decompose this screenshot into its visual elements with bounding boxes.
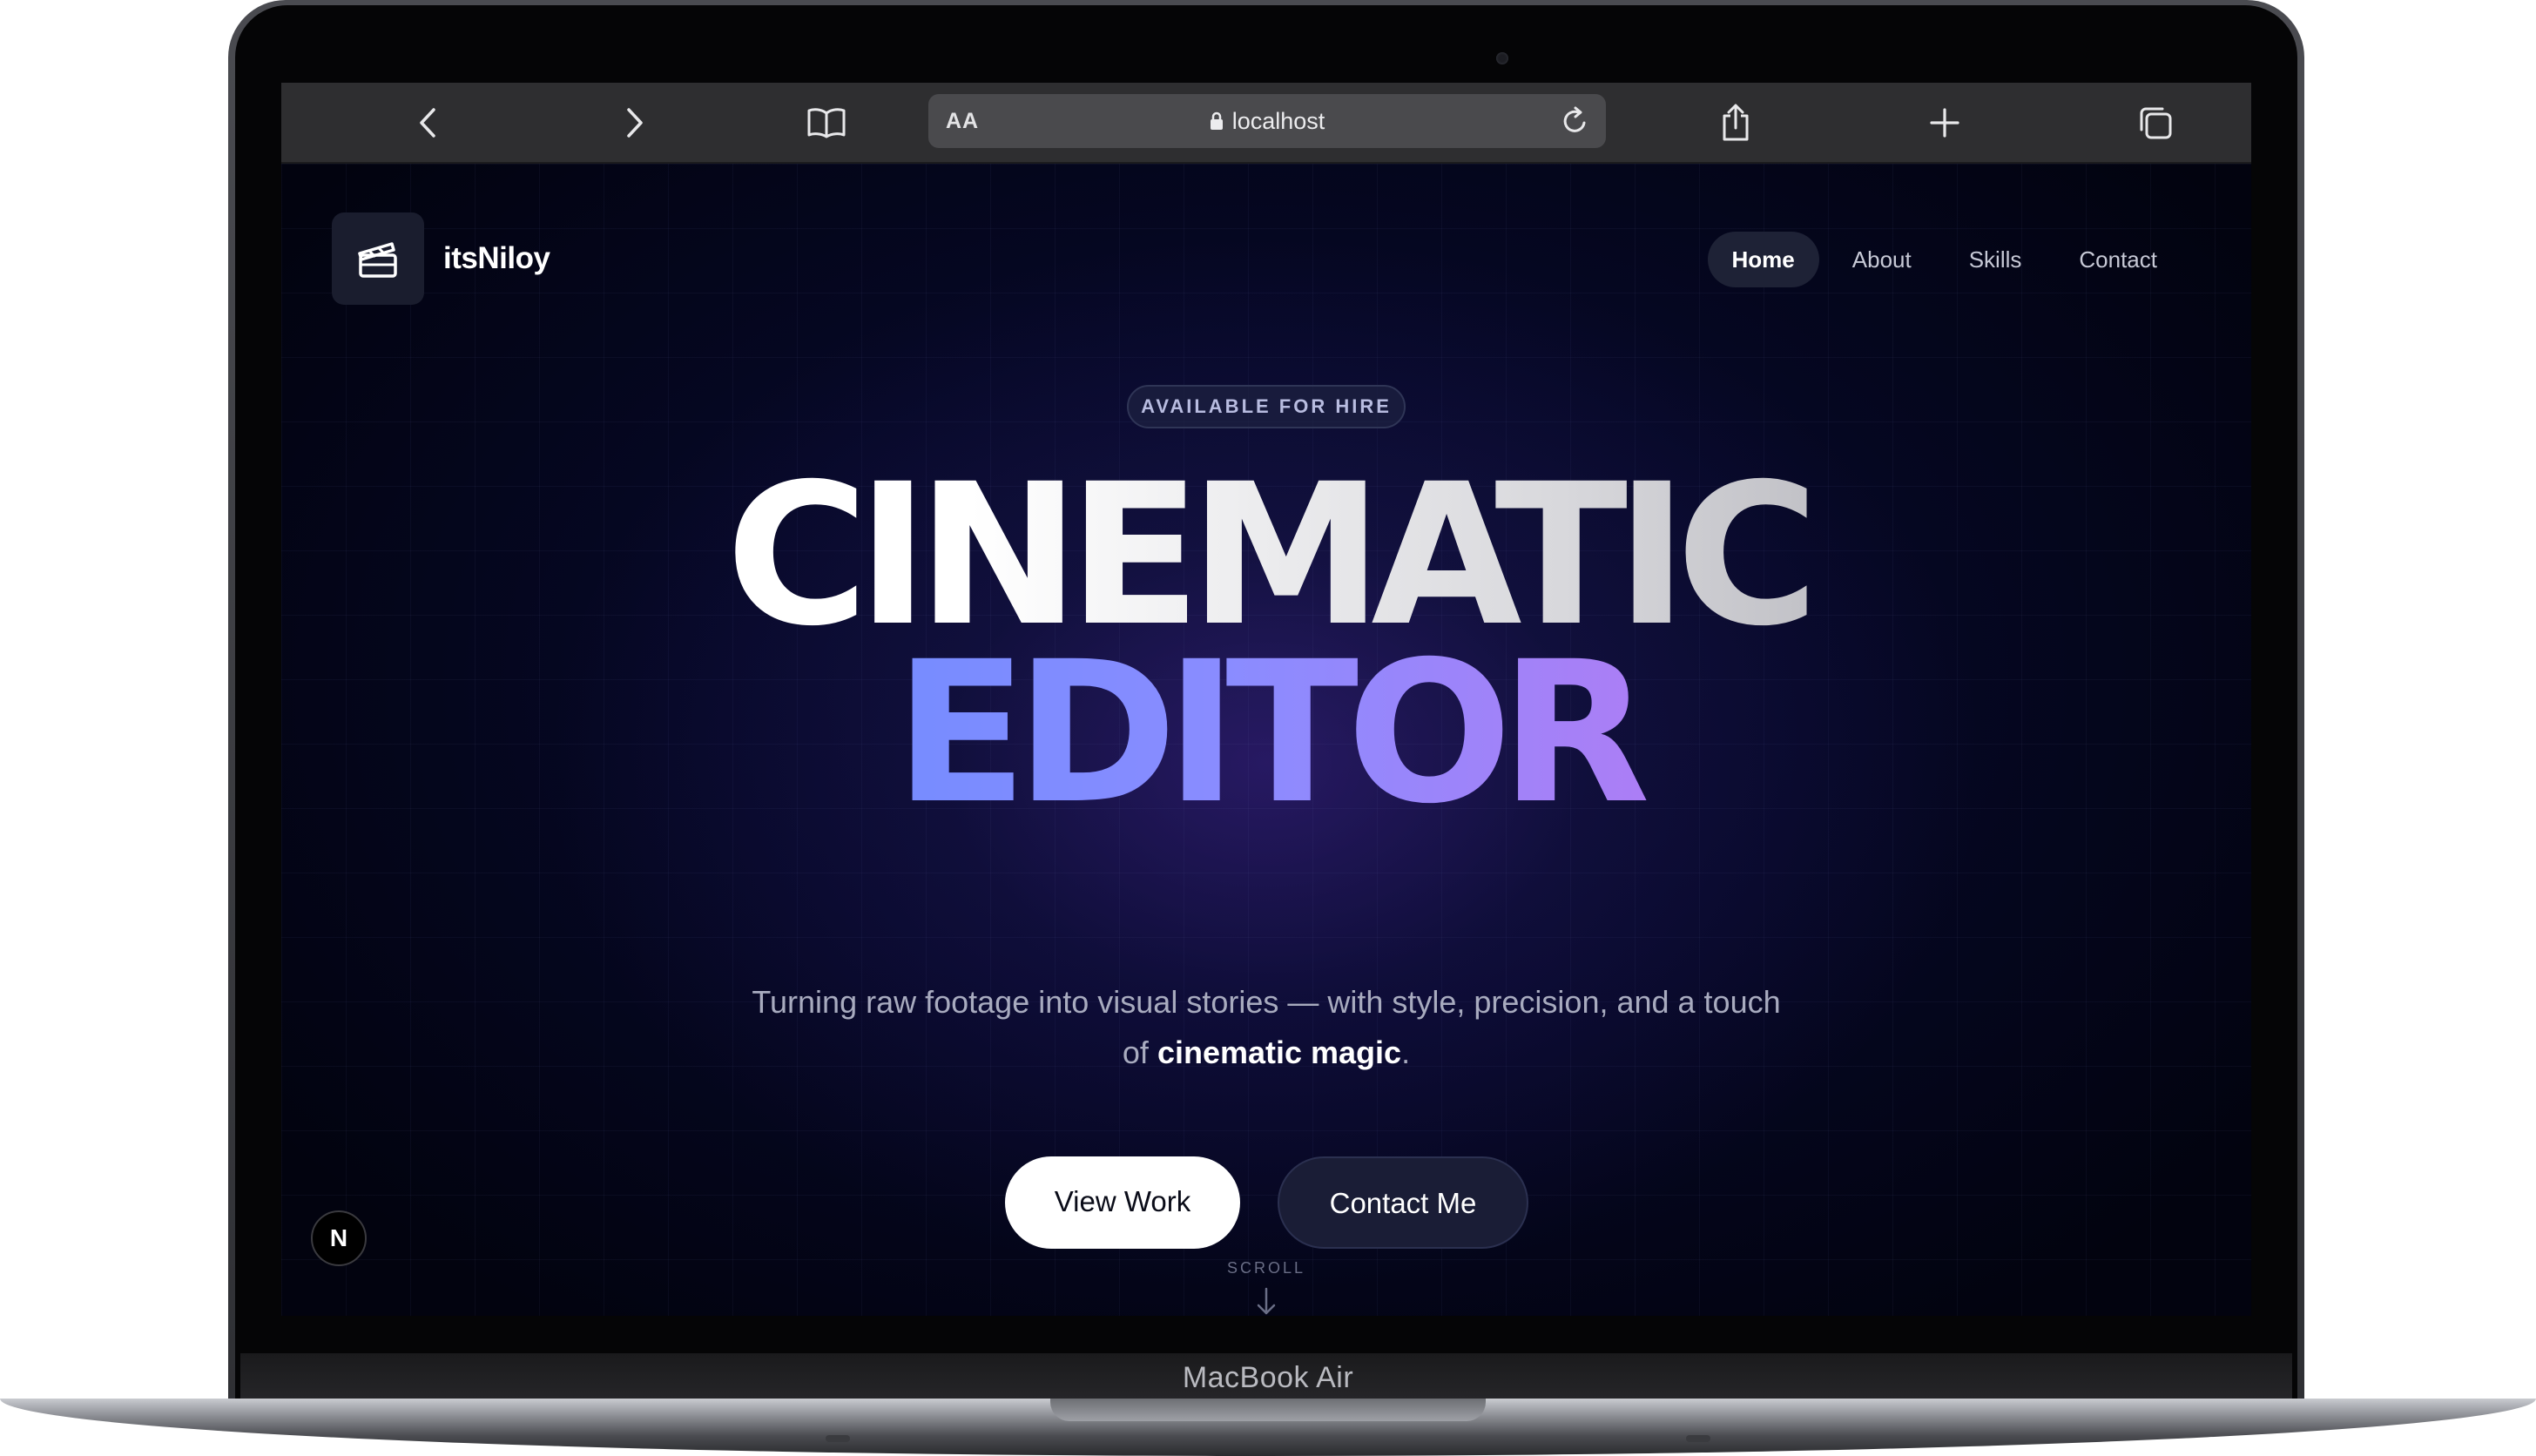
laptop-hinge-notch bbox=[1050, 1399, 1486, 1421]
clapperboard-icon bbox=[332, 212, 424, 305]
contact-me-button[interactable]: Contact Me bbox=[1278, 1156, 1528, 1249]
nav-about[interactable]: About bbox=[1828, 232, 1936, 287]
nav-home[interactable]: Home bbox=[1707, 232, 1819, 287]
share-icon[interactable] bbox=[1711, 98, 1760, 147]
view-work-button[interactable]: View Work bbox=[1005, 1156, 1240, 1249]
url-text: localhost bbox=[1231, 108, 1325, 134]
address-bar[interactable]: AA localhost bbox=[928, 94, 1606, 148]
headline-line-2: EDITOR bbox=[281, 636, 2251, 831]
nextjs-dev-button[interactable]: N bbox=[311, 1210, 367, 1266]
laptop-foot-left bbox=[826, 1435, 850, 1442]
lock-icon bbox=[1210, 96, 1224, 150]
nav-skills[interactable]: Skills bbox=[1945, 232, 2047, 287]
tabs-icon[interactable] bbox=[2131, 98, 2180, 147]
bookmarks-icon[interactable] bbox=[802, 98, 851, 147]
brand[interactable]: itsNiloy bbox=[332, 212, 550, 305]
screen: AA localhost itsNiloy Home About Skills … bbox=[281, 83, 2251, 1316]
arrow-down-icon bbox=[1255, 1287, 1278, 1316]
brand-name: itsNiloy bbox=[443, 241, 550, 275]
availability-badge: AVAILABLE FOR HIRE bbox=[1127, 385, 1406, 428]
tagline-emphasis: cinematic magic bbox=[1157, 1035, 1402, 1070]
tagline: Turning raw footage into visual stories … bbox=[744, 977, 1789, 1078]
back-icon[interactable] bbox=[403, 98, 452, 147]
url-display[interactable]: localhost bbox=[928, 94, 1606, 150]
web-page: itsNiloy Home About Skills Contact AVAIL… bbox=[281, 164, 2251, 1316]
forward-icon[interactable] bbox=[610, 98, 659, 147]
reload-icon[interactable] bbox=[1554, 99, 1597, 143]
tagline-end: . bbox=[1401, 1035, 1411, 1070]
camera bbox=[1496, 52, 1508, 64]
browser-toolbar: AA localhost bbox=[281, 83, 2251, 164]
main-nav: Home About Skills Contact bbox=[1699, 232, 2182, 287]
scroll-hint: SCROLL bbox=[1226, 1259, 1306, 1277]
new-tab-icon[interactable] bbox=[1920, 98, 1969, 147]
model-label: MacBook Air bbox=[1182, 1361, 1354, 1394]
nav-contact[interactable]: Contact bbox=[2054, 232, 2182, 287]
laptop-foot-right bbox=[1686, 1435, 1710, 1442]
